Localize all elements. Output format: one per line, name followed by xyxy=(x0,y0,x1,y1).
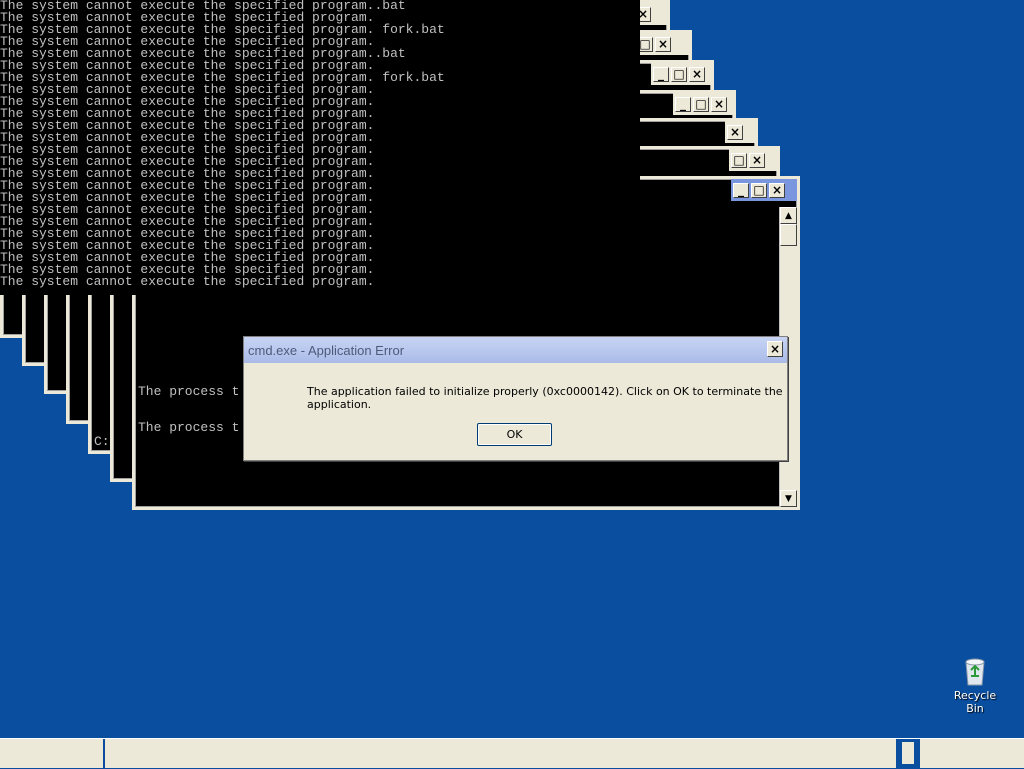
console-line: The process t xyxy=(138,420,240,435)
scroll-down-icon[interactable]: ▼ xyxy=(780,490,797,507)
taskbar xyxy=(0,738,1024,769)
ok-button[interactable]: OK xyxy=(477,423,552,446)
window-controls: × xyxy=(725,121,755,143)
recycle-bin[interactable]: Recycle Bin xyxy=(944,656,1006,715)
close-icon[interactable]: × xyxy=(769,182,785,198)
maximize-icon[interactable]: □ xyxy=(731,152,747,168)
close-icon[interactable]: × xyxy=(767,341,783,357)
maximize-icon[interactable]: □ xyxy=(671,66,687,82)
recycle-bin-icon[interactable] xyxy=(961,656,989,686)
close-icon[interactable]: × xyxy=(749,152,765,168)
maximize-icon[interactable]: □ xyxy=(693,96,709,112)
window-controls: □ × xyxy=(635,33,689,55)
application-error-dialog: cmd.exe - Application Error × The applic… xyxy=(243,336,788,461)
close-icon[interactable]: × xyxy=(711,96,727,112)
scroll-up-icon[interactable]: ▲ xyxy=(780,207,797,224)
console-line: The process t xyxy=(138,384,240,399)
tray-handle-inner xyxy=(902,742,914,764)
desktop: × □ × _ □ × _ □ × ▲ × □ × xyxy=(0,0,1024,738)
dialog-title[interactable]: cmd.exe - Application Error xyxy=(244,337,787,363)
window-controls: _ □ × xyxy=(651,63,711,85)
prompt-fragment: C: xyxy=(94,434,110,449)
recycle-bin-label: Recycle Bin xyxy=(953,689,997,715)
minimize-icon[interactable]: _ xyxy=(733,182,749,198)
close-icon[interactable]: × xyxy=(727,124,743,140)
taskbar-separator xyxy=(103,739,105,769)
console-fragment: The process t The process t xyxy=(138,362,239,458)
window-controls: _ □ × xyxy=(673,93,733,115)
taskbar-tray-handle[interactable] xyxy=(896,739,920,769)
window-controls: _ □ × xyxy=(731,179,797,201)
window-controls: □ × xyxy=(729,149,777,171)
maximize-icon[interactable]: □ xyxy=(751,182,767,198)
console-line: The system cannot execute the specified … xyxy=(0,274,375,289)
close-icon[interactable]: × xyxy=(689,66,705,82)
minimize-icon[interactable]: _ xyxy=(675,96,691,112)
console-output: The system cannot execute the specified … xyxy=(0,0,640,295)
minimize-icon[interactable]: _ xyxy=(653,66,669,82)
dialog-message: The application failed to initialize pro… xyxy=(307,385,783,411)
close-icon[interactable]: × xyxy=(655,36,671,52)
scroll-thumb[interactable] xyxy=(780,224,797,246)
